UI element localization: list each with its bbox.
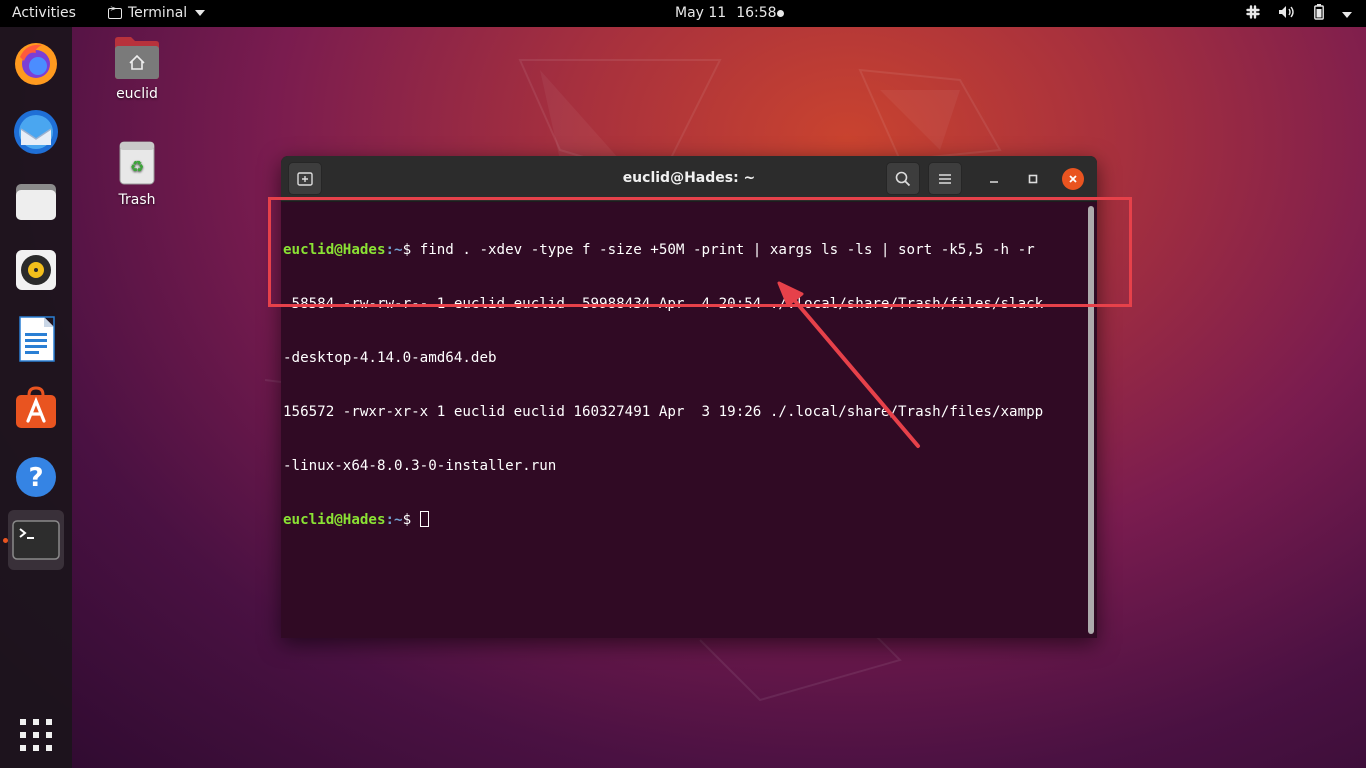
prompt-user: euclid@Hades bbox=[283, 512, 386, 528]
output-line: 156572 -rwxr-xr-x 1 euclid euclid 160327… bbox=[283, 404, 1044, 420]
clock-time: 16:58 bbox=[736, 5, 777, 21]
desktop-icon-label: Trash bbox=[118, 192, 156, 208]
terminal-output[interactable]: euclid@Hades:~$ find . -xdev -type f -si… bbox=[281, 202, 1087, 638]
chevron-down-icon bbox=[195, 10, 206, 16]
svg-text:?: ? bbox=[28, 463, 43, 493]
prompt-path: :~ bbox=[385, 512, 403, 528]
rhythmbox-icon bbox=[16, 250, 56, 290]
close-button[interactable] bbox=[1062, 168, 1084, 190]
dock-firefox[interactable] bbox=[8, 35, 64, 91]
trash-icon: ♻ bbox=[119, 141, 155, 185]
search-icon bbox=[895, 171, 911, 186]
libreoffice-writer-icon bbox=[19, 316, 55, 362]
menu-button[interactable] bbox=[928, 162, 962, 195]
dock-rhythmbox[interactable] bbox=[8, 242, 64, 298]
text-cursor bbox=[419, 511, 429, 527]
volume-icon[interactable] bbox=[1278, 5, 1296, 23]
notification-dot-icon bbox=[777, 10, 784, 17]
prompt-user: euclid@Hades bbox=[283, 242, 386, 258]
dock-software[interactable] bbox=[8, 380, 64, 436]
files-icon bbox=[16, 184, 56, 220]
minimize-button[interactable] bbox=[983, 168, 1005, 190]
dock-thunderbird[interactable] bbox=[8, 104, 64, 160]
slack-tray-icon[interactable] bbox=[1246, 5, 1260, 23]
window-title: euclid@Hades: ~ bbox=[622, 170, 756, 186]
terminal-icon bbox=[12, 520, 60, 560]
desktop-icon-label: euclid bbox=[116, 86, 158, 102]
clock[interactable]: May 11 16:58 bbox=[675, 5, 777, 21]
ubuntu-software-icon bbox=[16, 386, 56, 428]
clock-date: May 11 bbox=[675, 5, 727, 21]
dock-terminal[interactable] bbox=[8, 510, 64, 570]
desktop-icon-home[interactable]: euclid bbox=[102, 36, 172, 102]
maximize-icon bbox=[1028, 174, 1038, 184]
prompt-line: euclid@Hades:~$ bbox=[283, 511, 1087, 529]
thunderbird-icon bbox=[14, 110, 58, 154]
terminal-window: euclid@Hades: ~ euclid@Hades:~$ find . -… bbox=[281, 156, 1097, 638]
caret-down-icon[interactable] bbox=[1342, 6, 1352, 22]
activities-button[interactable]: Activities bbox=[12, 5, 76, 21]
prompt-symbol: $ bbox=[402, 242, 420, 258]
help-icon: ? bbox=[16, 457, 56, 497]
dock-files[interactable] bbox=[8, 173, 64, 229]
maximize-button[interactable] bbox=[1022, 168, 1044, 190]
command-line: euclid@Hades:~$ find . -xdev -type f -si… bbox=[283, 241, 1087, 259]
search-button[interactable] bbox=[886, 162, 920, 195]
app-menu[interactable]: Terminal bbox=[108, 4, 206, 21]
grid-icon bbox=[20, 719, 52, 751]
prompt-symbol: $ bbox=[402, 512, 420, 528]
system-tray[interactable] bbox=[1246, 4, 1352, 24]
output-line: 58584 -rw-rw-r-- 1 euclid euclid 5998843… bbox=[283, 296, 1044, 312]
app-menu-label: Terminal bbox=[128, 5, 188, 21]
terminal-small-icon bbox=[108, 4, 122, 19]
minimize-icon bbox=[990, 181, 998, 183]
battery-icon[interactable] bbox=[1314, 4, 1324, 24]
hamburger-menu-icon bbox=[939, 173, 951, 184]
dock-help[interactable]: ? bbox=[8, 449, 64, 505]
dock: ? bbox=[0, 27, 72, 768]
command-text: find . -xdev -type f -size +50M -print |… bbox=[419, 242, 1035, 258]
show-applications-button[interactable] bbox=[8, 707, 64, 763]
firefox-icon bbox=[15, 43, 57, 85]
output-line: -linux-x64-8.0.3-0-installer.run bbox=[283, 458, 557, 474]
prompt-path: :~ bbox=[385, 242, 403, 258]
top-bar: Activities Terminal May 11 16:58 bbox=[0, 0, 1366, 27]
scrollbar[interactable] bbox=[1088, 206, 1094, 634]
desktop-icon-trash[interactable]: ♻ Trash bbox=[102, 140, 172, 208]
dock-writer[interactable] bbox=[8, 311, 64, 367]
close-icon bbox=[1069, 175, 1077, 183]
svg-text:♻: ♻ bbox=[130, 157, 144, 176]
output-line: -desktop-4.14.0-amd64.deb bbox=[283, 350, 497, 366]
home-folder-icon bbox=[115, 37, 159, 79]
title-bar[interactable]: euclid@Hades: ~ bbox=[281, 156, 1097, 202]
